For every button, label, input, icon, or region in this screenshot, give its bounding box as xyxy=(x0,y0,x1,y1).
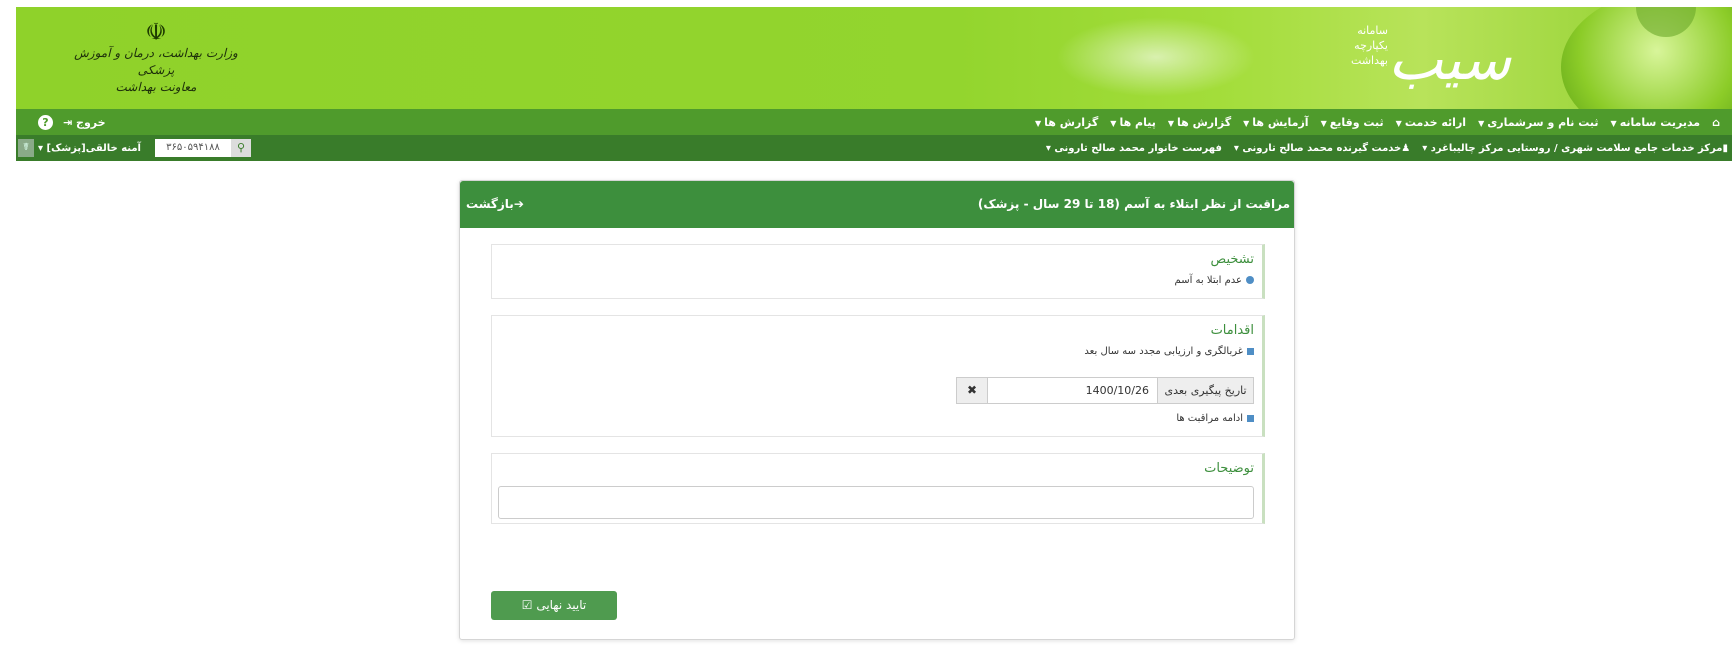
subnav-left-group: ☤ آمنه خالقی[پزشک] ▾ ۳۶۵۰۵۹۴۱۸۸ ⚲ xyxy=(18,138,251,158)
notes-section: توضیحات xyxy=(491,453,1265,524)
health-center-label: مرکز خدمات جامع سلامت شهری / روستایی مرک… xyxy=(1430,142,1723,154)
family-list-dropdown[interactable]: فهرست خانوار محمد صالح تارونی ▾ xyxy=(1046,143,1222,154)
stethoscope-icon[interactable]: ☤ xyxy=(18,139,34,157)
notes-textarea[interactable] xyxy=(498,486,1254,519)
menu-label: مدیریت سامانه xyxy=(1619,115,1701,129)
menu-registration[interactable]: ثبت نام و سرشماری▼ xyxy=(1478,116,1598,129)
help-icon[interactable]: ? xyxy=(38,114,53,130)
menu-label: گزارش ها xyxy=(1177,115,1232,129)
health-center-dropdown[interactable]: ▮مرکز خدمات جامع سلامت شهری / روستایی مر… xyxy=(1422,143,1728,154)
main-nav: ⌂ مدیریت سامانه▼ ثبت نام و سرشماری▼ ارائ… xyxy=(16,109,1732,135)
back-label: بازگشت xyxy=(466,197,514,211)
menu-label: گزارش ها xyxy=(1044,115,1099,129)
caret-down-icon: ▼ xyxy=(1167,118,1174,128)
menu-label: پیام ها xyxy=(1119,115,1156,129)
menu-system-management[interactable]: مدیریت سامانه▼ xyxy=(1611,116,1701,129)
banner-sparkle xyxy=(1056,17,1256,97)
caret-down-icon: ▼ xyxy=(1320,118,1327,128)
logo-subtitle-line-1: سامانه xyxy=(1357,24,1388,37)
menu-reports-2[interactable]: گزارش ها▼ xyxy=(1035,116,1098,129)
actions-section: اقدامات غربالگری و ارزیابی مجدد سه سال ب… xyxy=(491,315,1265,437)
menu-label: آزمایش ها xyxy=(1252,115,1309,129)
diagnosis-section: تشخیص عدم ابتلا به آسم xyxy=(491,244,1265,299)
action-rescreen-text: غربالگری و ارزیابی مجدد سه سال بعد xyxy=(1084,346,1243,357)
caret-down-icon: ▼ xyxy=(1395,118,1402,128)
user-icon: ♟ xyxy=(1401,142,1411,154)
main-menu: ⌂ مدیریت سامانه▼ ثبت نام و سرشماری▼ ارائ… xyxy=(1035,109,1720,135)
menu-reports[interactable]: گزارش ها▼ xyxy=(1168,116,1231,129)
ministry-logo: ☫ وزارت بهداشت، درمان و آموزش پزشکی معاو… xyxy=(56,19,256,103)
user-label: آمنه خالقی[پزشک] xyxy=(46,142,141,154)
bullet-icon xyxy=(1246,276,1254,284)
diagnosis-item: عدم ابتلا به آسم xyxy=(1175,275,1254,286)
menu-label: ثبت نام و سرشماری xyxy=(1487,115,1599,129)
logout-link[interactable]: خروج ⇥ xyxy=(63,116,106,129)
panel-header: مراقبت از نظر ابتلاء به آسم (18 تا 29 سا… xyxy=(460,181,1294,228)
page: ☫ وزارت بهداشت، درمان و آموزش پزشکی معاو… xyxy=(0,0,1732,656)
diagnosis-title: تشخیص xyxy=(1210,252,1254,267)
recipient-label: خدمت گیرنده محمد صالح تارونی xyxy=(1242,142,1402,154)
recipient-dropdown[interactable]: ♟خدمت گیرنده محمد صالح تارونی ▾ xyxy=(1234,143,1410,154)
next-followup-date-group: تاریخ پیگیری بعدی 1400/10/26 ✖ xyxy=(956,377,1254,404)
ministry-line-1: وزارت بهداشت، درمان و آموزش پزشکی xyxy=(74,46,238,77)
caret-down-icon: ▾ xyxy=(1045,142,1051,154)
menu-tests[interactable]: آزمایش ها▼ xyxy=(1243,116,1308,129)
bullet-icon xyxy=(1247,347,1254,355)
caret-down-icon: ▾ xyxy=(38,142,44,154)
sib-logo: سیب xyxy=(1388,25,1512,93)
checkbox-icon: ☑ xyxy=(521,598,533,612)
iran-emblem-icon: ☫ xyxy=(145,18,167,46)
search-icon[interactable]: ⚲ xyxy=(230,139,251,157)
notes-title: توضیحات xyxy=(1204,461,1254,476)
caret-down-icon: ▼ xyxy=(1110,118,1117,128)
sub-nav: ▮مرکز خدمات جامع سلامت شهری / روستایی مر… xyxy=(16,135,1732,161)
submit-label: تایید نهایی xyxy=(536,598,587,612)
arrow-right-icon: ➔ xyxy=(513,197,524,211)
logout-label: خروج xyxy=(76,115,106,129)
logout-icon: ⇥ xyxy=(63,115,77,129)
logo-subtitle-line-2: یکپارچه xyxy=(1354,39,1388,52)
logo-subtitle-line-3: بهداشت xyxy=(1351,54,1388,67)
panel-title: مراقبت از نظر ابتلاء به آسم (18 تا 29 سا… xyxy=(977,197,1290,211)
building-icon: ▮ xyxy=(1722,142,1728,154)
menu-events[interactable]: ثبت وقایع▼ xyxy=(1321,116,1384,129)
nav-left-group: ? خروج ⇥ xyxy=(38,109,106,135)
sub-menu: ▮مرکز خدمات جامع سلامت شهری / روستایی مر… xyxy=(1046,135,1728,161)
family-label: فهرست خانوار محمد صالح تارونی xyxy=(1054,142,1222,154)
national-id-input[interactable]: ۳۶۵۰۵۹۴۱۸۸ xyxy=(154,139,231,157)
caret-down-icon: ▼ xyxy=(1478,118,1485,128)
home-icon[interactable]: ⌂ xyxy=(1712,116,1720,129)
next-followup-label: تاریخ پیگیری بعدی xyxy=(1157,378,1253,403)
clear-date-button[interactable]: ✖ xyxy=(957,378,987,403)
care-panel: مراقبت از نظر ابتلاء به آسم (18 تا 29 سا… xyxy=(459,180,1295,640)
header-banner: ☫ وزارت بهداشت، درمان و آموزش پزشکی معاو… xyxy=(16,7,1732,109)
menu-label: ارائه خدمت xyxy=(1404,115,1467,129)
actions-title: اقدامات xyxy=(1210,323,1254,338)
ministry-line-2: معاونت بهداشت xyxy=(115,80,197,94)
next-followup-date-input[interactable]: 1400/10/26 xyxy=(987,378,1157,403)
caret-down-icon: ▼ xyxy=(1610,118,1617,128)
menu-label: ثبت وقایع xyxy=(1329,115,1384,129)
back-button[interactable]: ➔بازگشت xyxy=(466,181,524,228)
final-confirm-button[interactable]: تایید نهایی ☑ xyxy=(491,591,617,620)
user-dropdown[interactable]: آمنه خالقی[پزشک] ▾ xyxy=(38,143,141,154)
menu-messages[interactable]: پیام ها▼ xyxy=(1110,116,1156,129)
action-item-rescreen: غربالگری و ارزیابی مجدد سه سال بعد xyxy=(1084,346,1254,357)
caret-down-icon: ▼ xyxy=(1035,118,1042,128)
action-item-continue-care: ادامه مراقبت ها xyxy=(1176,413,1254,424)
caret-down-icon: ▾ xyxy=(1233,142,1239,154)
diagnosis-text: عدم ابتلا به آسم xyxy=(1174,275,1242,286)
logo-subtitle: سامانه یکپارچه بهداشت xyxy=(1316,23,1388,68)
caret-down-icon: ▼ xyxy=(1243,118,1250,128)
action-continue-text: ادامه مراقبت ها xyxy=(1176,413,1243,424)
caret-down-icon: ▾ xyxy=(1422,142,1428,154)
bullet-icon xyxy=(1247,414,1254,422)
menu-service[interactable]: ارائه خدمت▼ xyxy=(1396,116,1466,129)
